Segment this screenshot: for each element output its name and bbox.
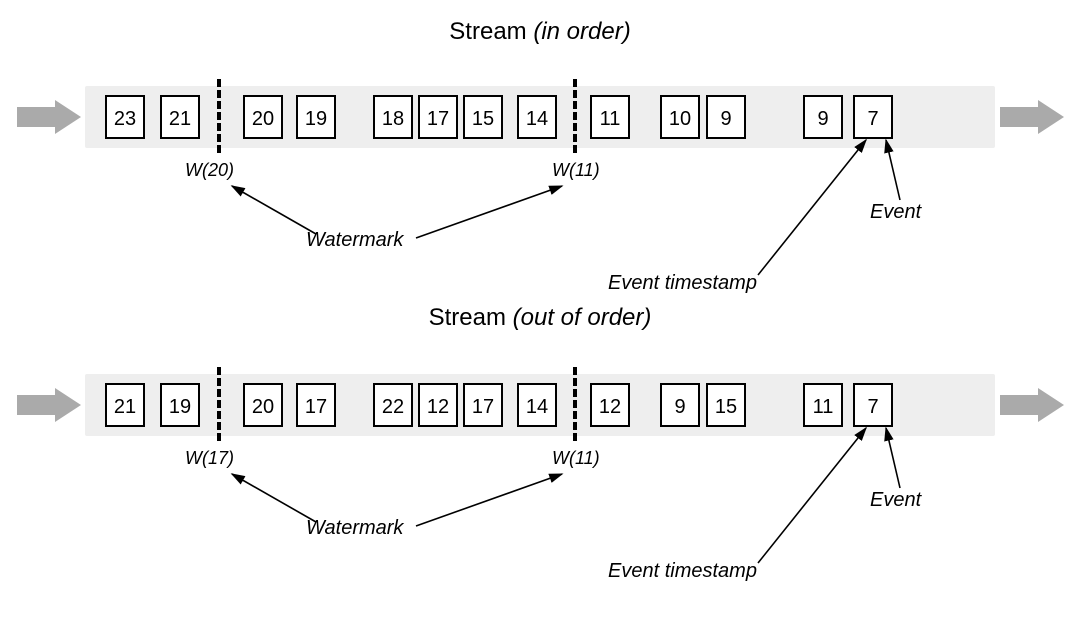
watermark-label-left: W(20) [185, 160, 234, 181]
title-in-order: Stream (in order) [0, 18, 1080, 46]
event-box: 9 [803, 95, 843, 139]
event-annotation: Event [870, 489, 921, 512]
title-prefix: Stream [429, 304, 513, 331]
event-box: 19 [296, 95, 336, 139]
event-box: 21 [105, 383, 145, 427]
event-box: 23 [105, 95, 145, 139]
event-box: 11 [803, 383, 843, 427]
event-box: 7 [853, 383, 893, 427]
event-box: 20 [243, 95, 283, 139]
event-box: 15 [706, 383, 746, 427]
watermark-divider [573, 79, 577, 153]
event-box: 7 [853, 95, 893, 139]
stream-track-top: 23 21 20 19 18 17 15 14 11 10 9 9 7 [85, 86, 995, 148]
right-arrow-icon [1000, 388, 1064, 422]
watermark-divider [573, 367, 577, 441]
event-box: 9 [660, 383, 700, 427]
watermark-annotation: Watermark [306, 229, 403, 252]
event-box: 22 [373, 383, 413, 427]
event-box: 15 [463, 95, 503, 139]
right-arrow-icon [17, 100, 81, 134]
event-timestamp-annotation: Event timestamp [608, 560, 757, 583]
right-arrow-icon [17, 388, 81, 422]
title-prefix: Stream [449, 18, 533, 45]
event-box: 17 [296, 383, 336, 427]
watermark-label-right: W(11) [552, 448, 600, 469]
event-annotation: Event [870, 201, 921, 224]
watermark-annotation: Watermark [306, 517, 403, 540]
callout-arrows-top [0, 0, 1080, 320]
title-out-of-order: Stream (out of order) [0, 304, 1080, 332]
event-box: 20 [243, 383, 283, 427]
event-box: 12 [590, 383, 630, 427]
event-box: 19 [160, 383, 200, 427]
title-suffix: (out of order) [513, 304, 652, 331]
event-box: 12 [418, 383, 458, 427]
watermark-divider [217, 367, 221, 441]
event-box: 17 [418, 95, 458, 139]
watermark-label-left: W(17) [185, 448, 234, 469]
watermark-label-right: W(11) [552, 160, 600, 181]
event-timestamp-annotation: Event timestamp [608, 272, 757, 295]
watermark-divider [217, 79, 221, 153]
event-box: 17 [463, 383, 503, 427]
event-box: 14 [517, 95, 557, 139]
event-box: 11 [590, 95, 630, 139]
event-box: 9 [706, 95, 746, 139]
event-box: 18 [373, 95, 413, 139]
event-box: 21 [160, 95, 200, 139]
event-box: 10 [660, 95, 700, 139]
right-arrow-icon [1000, 100, 1064, 134]
event-box: 14 [517, 383, 557, 427]
title-suffix: (in order) [533, 18, 630, 45]
diagram-canvas: Stream (in order) 23 21 20 19 18 17 15 1… [0, 0, 1080, 629]
stream-track-bottom: 21 19 20 17 22 12 17 14 12 9 15 11 7 [85, 374, 995, 436]
